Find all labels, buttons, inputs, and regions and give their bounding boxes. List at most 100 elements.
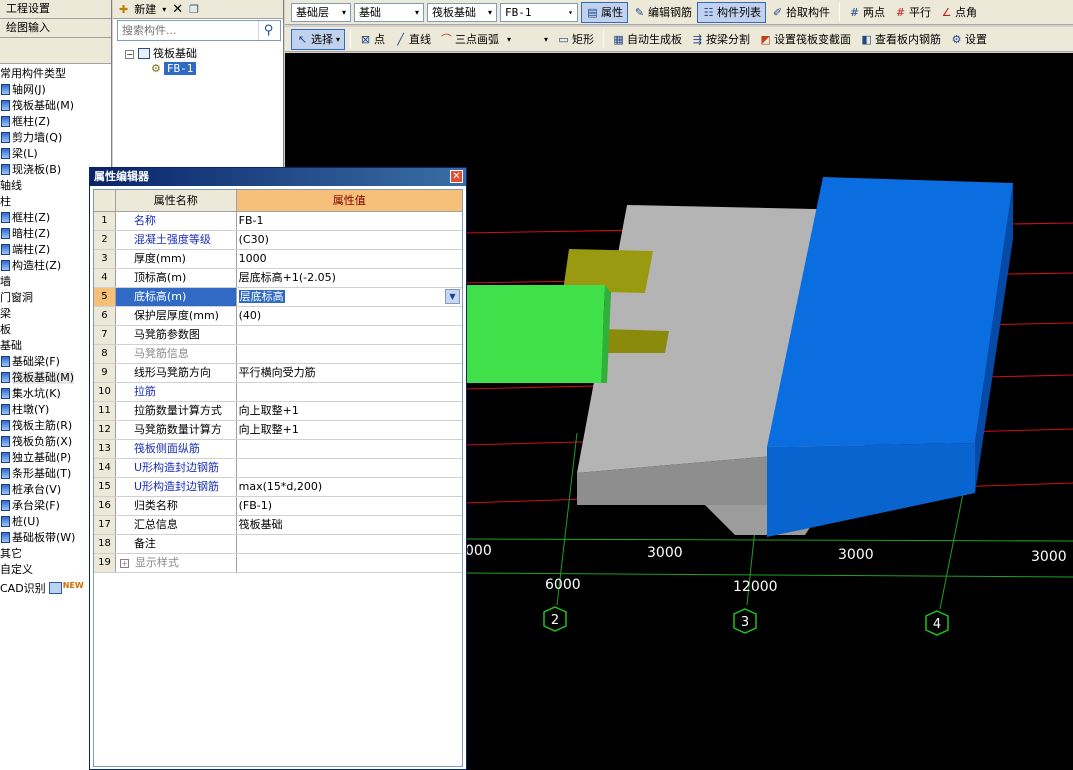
property-value[interactable]: [237, 535, 462, 553]
sidebar-item-label: 桩承台(V): [12, 483, 62, 496]
property-value[interactable]: [237, 383, 462, 401]
arc-button[interactable]: ⌒ 三点画弧 ▾: [436, 29, 515, 50]
component-type-icon: [1, 100, 10, 111]
dropdown-arrow-icon[interactable]: ▾: [162, 5, 166, 14]
property-row[interactable]: 1 名称 FB-1: [94, 212, 462, 231]
sidebar-item[interactable]: 轴网(J): [0, 82, 112, 98]
property-value[interactable]: 向上取整+1: [237, 402, 462, 420]
copy-icon[interactable]: ❐: [189, 3, 199, 16]
expand-icon[interactable]: +: [119, 559, 129, 568]
select-button[interactable]: ↖ 选择 ▾: [291, 28, 346, 50]
auto-generate-slab-button[interactable]: ▦ 自动生成板: [608, 29, 686, 50]
property-value[interactable]: FB-1: [237, 212, 462, 230]
property-row[interactable]: 8 马凳筋信息: [94, 345, 462, 364]
component-type-icon: [1, 212, 10, 223]
dialog-title-bar[interactable]: 属性编辑器 ✕: [90, 168, 466, 186]
row-number: 19: [94, 554, 116, 572]
property-row[interactable]: 9 线形马凳筋方向 平行横向受力筋: [94, 364, 462, 383]
row-number: 13: [94, 440, 116, 458]
property-value[interactable]: [237, 345, 462, 363]
property-value[interactable]: 向上取整+1: [237, 421, 462, 439]
property-value[interactable]: 筏板基础: [237, 516, 462, 534]
category-select[interactable]: 基础 ▾: [354, 2, 424, 22]
property-row[interactable]: 17 汇总信息 筏板基础: [94, 516, 462, 535]
component-select[interactable]: FB-1 ▾: [500, 2, 578, 22]
drawing-input-tab[interactable]: 绘图输入: [0, 19, 111, 38]
component-list-button[interactable]: ☷ 构件列表: [697, 1, 766, 23]
property-row[interactable]: 14 U形构造封边钢筋: [94, 459, 462, 478]
sidebar-item[interactable]: 框柱(Z): [0, 114, 112, 130]
settings-button[interactable]: ⚙ 设置: [946, 29, 991, 50]
property-value[interactable]: 平行横向受力筋: [237, 364, 462, 382]
project-settings-tab[interactable]: 工程设置: [0, 0, 111, 19]
property-value[interactable]: (FB-1): [237, 497, 462, 515]
component-type-icon: [1, 516, 10, 527]
shape-dropdown[interactable]: ▾: [516, 29, 552, 50]
tree-node-raft[interactable]: − 筏板基础: [125, 46, 197, 61]
edit-rebar-button[interactable]: ✎ 编辑钢筋: [629, 2, 696, 23]
property-value[interactable]: [237, 459, 462, 477]
property-row[interactable]: 19 + 显示样式: [94, 554, 462, 573]
rectangle-icon: ▭: [558, 32, 569, 46]
line-button[interactable]: ╱ 直线: [390, 29, 435, 50]
new-button[interactable]: 新建: [134, 1, 156, 17]
property-value-text: 向上取整+1: [238, 404, 299, 417]
chevron-down-icon[interactable]: ▼: [445, 289, 460, 304]
sidebar-item[interactable]: 常用构件类型: [0, 66, 112, 82]
property-value[interactable]: (40): [237, 307, 462, 325]
property-value[interactable]: 层底标高+1(-2.05): [237, 269, 462, 287]
property-row[interactable]: 11 拉筋数量计算方式 向上取整+1: [94, 402, 462, 421]
property-row[interactable]: 16 归类名称 (FB-1): [94, 497, 462, 516]
search-input[interactable]: [118, 21, 258, 40]
properties-button[interactable]: ▤ 属性: [581, 1, 628, 23]
column-header-value[interactable]: 属性值: [236, 190, 462, 211]
delete-icon[interactable]: ✕: [172, 2, 183, 17]
tree-node-fb1[interactable]: ⚙ FB-1: [125, 61, 197, 76]
point-button[interactable]: ⊠ 点: [355, 29, 389, 50]
property-value[interactable]: (C30): [237, 231, 462, 249]
pick-component-button[interactable]: ✐ 拾取构件: [767, 2, 834, 23]
split-by-beam-button[interactable]: ⇶ 按梁分割: [687, 29, 754, 50]
property-row[interactable]: 7 马凳筋参数图: [94, 326, 462, 345]
two-point-button[interactable]: # 两点: [844, 2, 889, 23]
point-angle-button[interactable]: ∠ 点角: [936, 2, 981, 23]
sidebar-item-label: 基础: [0, 339, 22, 352]
property-row[interactable]: 3 厚度(mm) 1000: [94, 250, 462, 269]
view-slab-rebar-button[interactable]: ◧ 查看板内钢筋: [856, 29, 945, 50]
floor-select[interactable]: 基础层 ▾: [291, 2, 351, 22]
property-row[interactable]: 4 顶标高(m) 层底标高+1(-2.05): [94, 269, 462, 288]
property-value[interactable]: [237, 554, 462, 572]
property-name: 拉筋数量计算方式: [116, 402, 237, 420]
parallel-button[interactable]: # 平行: [890, 2, 935, 23]
sidebar-item[interactable]: 梁(L): [0, 146, 112, 162]
search-icon[interactable]: ⚲: [258, 21, 278, 40]
collapse-icon[interactable]: −: [125, 50, 134, 59]
sidebar-item[interactable]: 剪力墙(Q): [0, 130, 112, 146]
close-icon[interactable]: ✕: [450, 170, 463, 183]
property-row[interactable]: 15 U形构造封边钢筋 max(15*d,200): [94, 478, 462, 497]
property-row[interactable]: 13 筏板侧面纵筋: [94, 440, 462, 459]
property-editor-dialog: 属性编辑器 ✕ 属性名称 属性值 1 名称 FB-1 2 混凝土强度等级 (C30) 3 厚度…: [89, 167, 467, 770]
property-row[interactable]: 10 拉筋: [94, 383, 462, 402]
property-row[interactable]: 2 混凝土强度等级 (C30): [94, 231, 462, 250]
property-name: + 显示样式: [116, 554, 237, 572]
pen-icon: ✎: [634, 5, 645, 19]
property-value-text: max(15*d,200): [238, 480, 323, 493]
property-value[interactable]: [237, 326, 462, 344]
sidebar-item[interactable]: 筏板基础(M): [0, 98, 112, 114]
property-value[interactable]: [237, 440, 462, 458]
property-value[interactable]: 层底标高 ▼: [237, 288, 462, 306]
property-value[interactable]: 1000: [237, 250, 462, 268]
variable-section-button[interactable]: ◩ 设置筏板变截面: [755, 29, 855, 50]
property-row[interactable]: 6 保护层厚度(mm) (40): [94, 307, 462, 326]
column-header-name[interactable]: 属性名称: [115, 190, 237, 211]
property-row[interactable]: 5 底标高(m) 层底标高 ▼: [94, 288, 462, 307]
row-number: 5: [94, 288, 116, 306]
rectangle-button[interactable]: ▭ 矩形: [553, 29, 598, 50]
property-row[interactable]: 18 备注: [94, 535, 462, 554]
property-row[interactable]: 12 马凳筋数量计算方 向上取整+1: [94, 421, 462, 440]
type-select[interactable]: 筏板基础 ▾: [427, 2, 497, 22]
property-name-text: 筏板侧面纵筋: [133, 442, 200, 455]
row-number: 2: [94, 231, 116, 249]
property-value[interactable]: max(15*d,200): [237, 478, 462, 496]
